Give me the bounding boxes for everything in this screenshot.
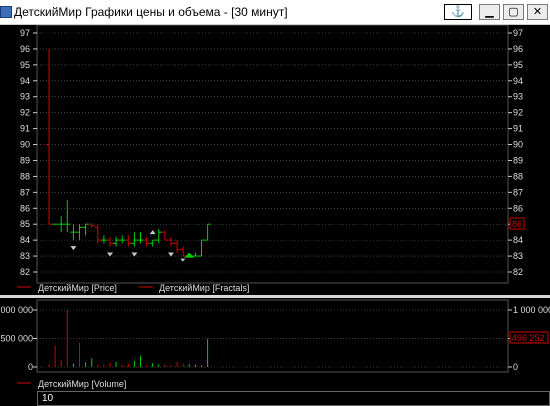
price-tick-left: 97: [20, 28, 30, 38]
price-tick-right: 88: [513, 171, 523, 181]
last-volume-label: 496 252: [512, 333, 545, 343]
anchor-icon: ⚓: [451, 6, 465, 18]
price-tick-left: 85: [20, 219, 30, 229]
price-tick-left: 82: [20, 267, 30, 277]
price-tick-right: 94: [513, 76, 523, 86]
price-tick-right: 84: [513, 235, 523, 245]
price-tick-right: 91: [513, 124, 523, 134]
price-tick-right: 86: [513, 203, 523, 213]
price-tick-right: 95: [513, 60, 523, 70]
volume-tick-left: 1 000 000: [0, 305, 33, 315]
price-tick-right: 83: [513, 251, 523, 261]
price-tick-left: 86: [20, 203, 30, 213]
close-button[interactable]: ✕: [527, 4, 548, 20]
window-titlebar: ДетскийМир Графики цены и объема - [30 м…: [0, 0, 550, 25]
volume-tick-left: 500 000: [0, 334, 33, 344]
minimize-button[interactable]: ▁: [479, 4, 500, 20]
maximize-button[interactable]: ▢: [503, 4, 524, 20]
price-tick-right: 87: [513, 187, 523, 197]
price-tick-right: 89: [513, 155, 523, 165]
legend-volume-label: ДетскийМир [Volume]: [38, 379, 126, 389]
price-tick-left: 90: [20, 140, 30, 150]
window-title: ДетскийМир Графики цены и объема - [30 м…: [14, 5, 288, 19]
price-tick-left: 92: [20, 108, 30, 118]
price-tick-left: 89: [20, 155, 30, 165]
price-tick-left: 84: [20, 235, 30, 245]
price-tick-left: 83: [20, 251, 30, 261]
price-tick-left: 93: [20, 92, 30, 102]
price-tick-right: 97: [513, 28, 523, 38]
legend-fractals-label: ДетскийМир [Fractals]: [159, 283, 249, 293]
price-tick-left: 95: [20, 60, 30, 70]
price-tick-left: 96: [20, 44, 30, 54]
price-tick-left: 94: [20, 76, 30, 86]
chart-area[interactable]: 97 96 95 94 93 92 91 90 89 88 87 86 85 84 83 82 97 96 95 9…: [0, 25, 550, 391]
price-tick-left: 88: [20, 171, 30, 181]
period-input[interactable]: 10: [37, 391, 550, 406]
price-tick-right: 90: [513, 140, 523, 150]
last-price-label: 86: [512, 219, 522, 229]
volume-tick-right: 0: [513, 362, 518, 372]
minimize-icon: ▁: [485, 6, 494, 18]
volume-tick-right: 1 000 000: [513, 305, 550, 315]
price-tick-right: 96: [513, 44, 523, 54]
price-tick-right: 82: [513, 267, 523, 277]
anchor-button[interactable]: ⚓: [444, 4, 472, 20]
app-icon: [0, 6, 12, 18]
price-tick-left: 87: [20, 187, 30, 197]
volume-tick-left: 0: [28, 362, 33, 372]
price-tick-right: 92: [513, 108, 523, 118]
legend-price-label: ДетскийМир [Price]: [38, 283, 117, 293]
pane-splitter[interactable]: [0, 295, 550, 298]
close-icon: ✕: [532, 6, 543, 18]
price-tick-right: 93: [513, 92, 523, 102]
price-tick-left: 91: [20, 124, 30, 134]
maximize-icon: ▢: [508, 6, 519, 18]
